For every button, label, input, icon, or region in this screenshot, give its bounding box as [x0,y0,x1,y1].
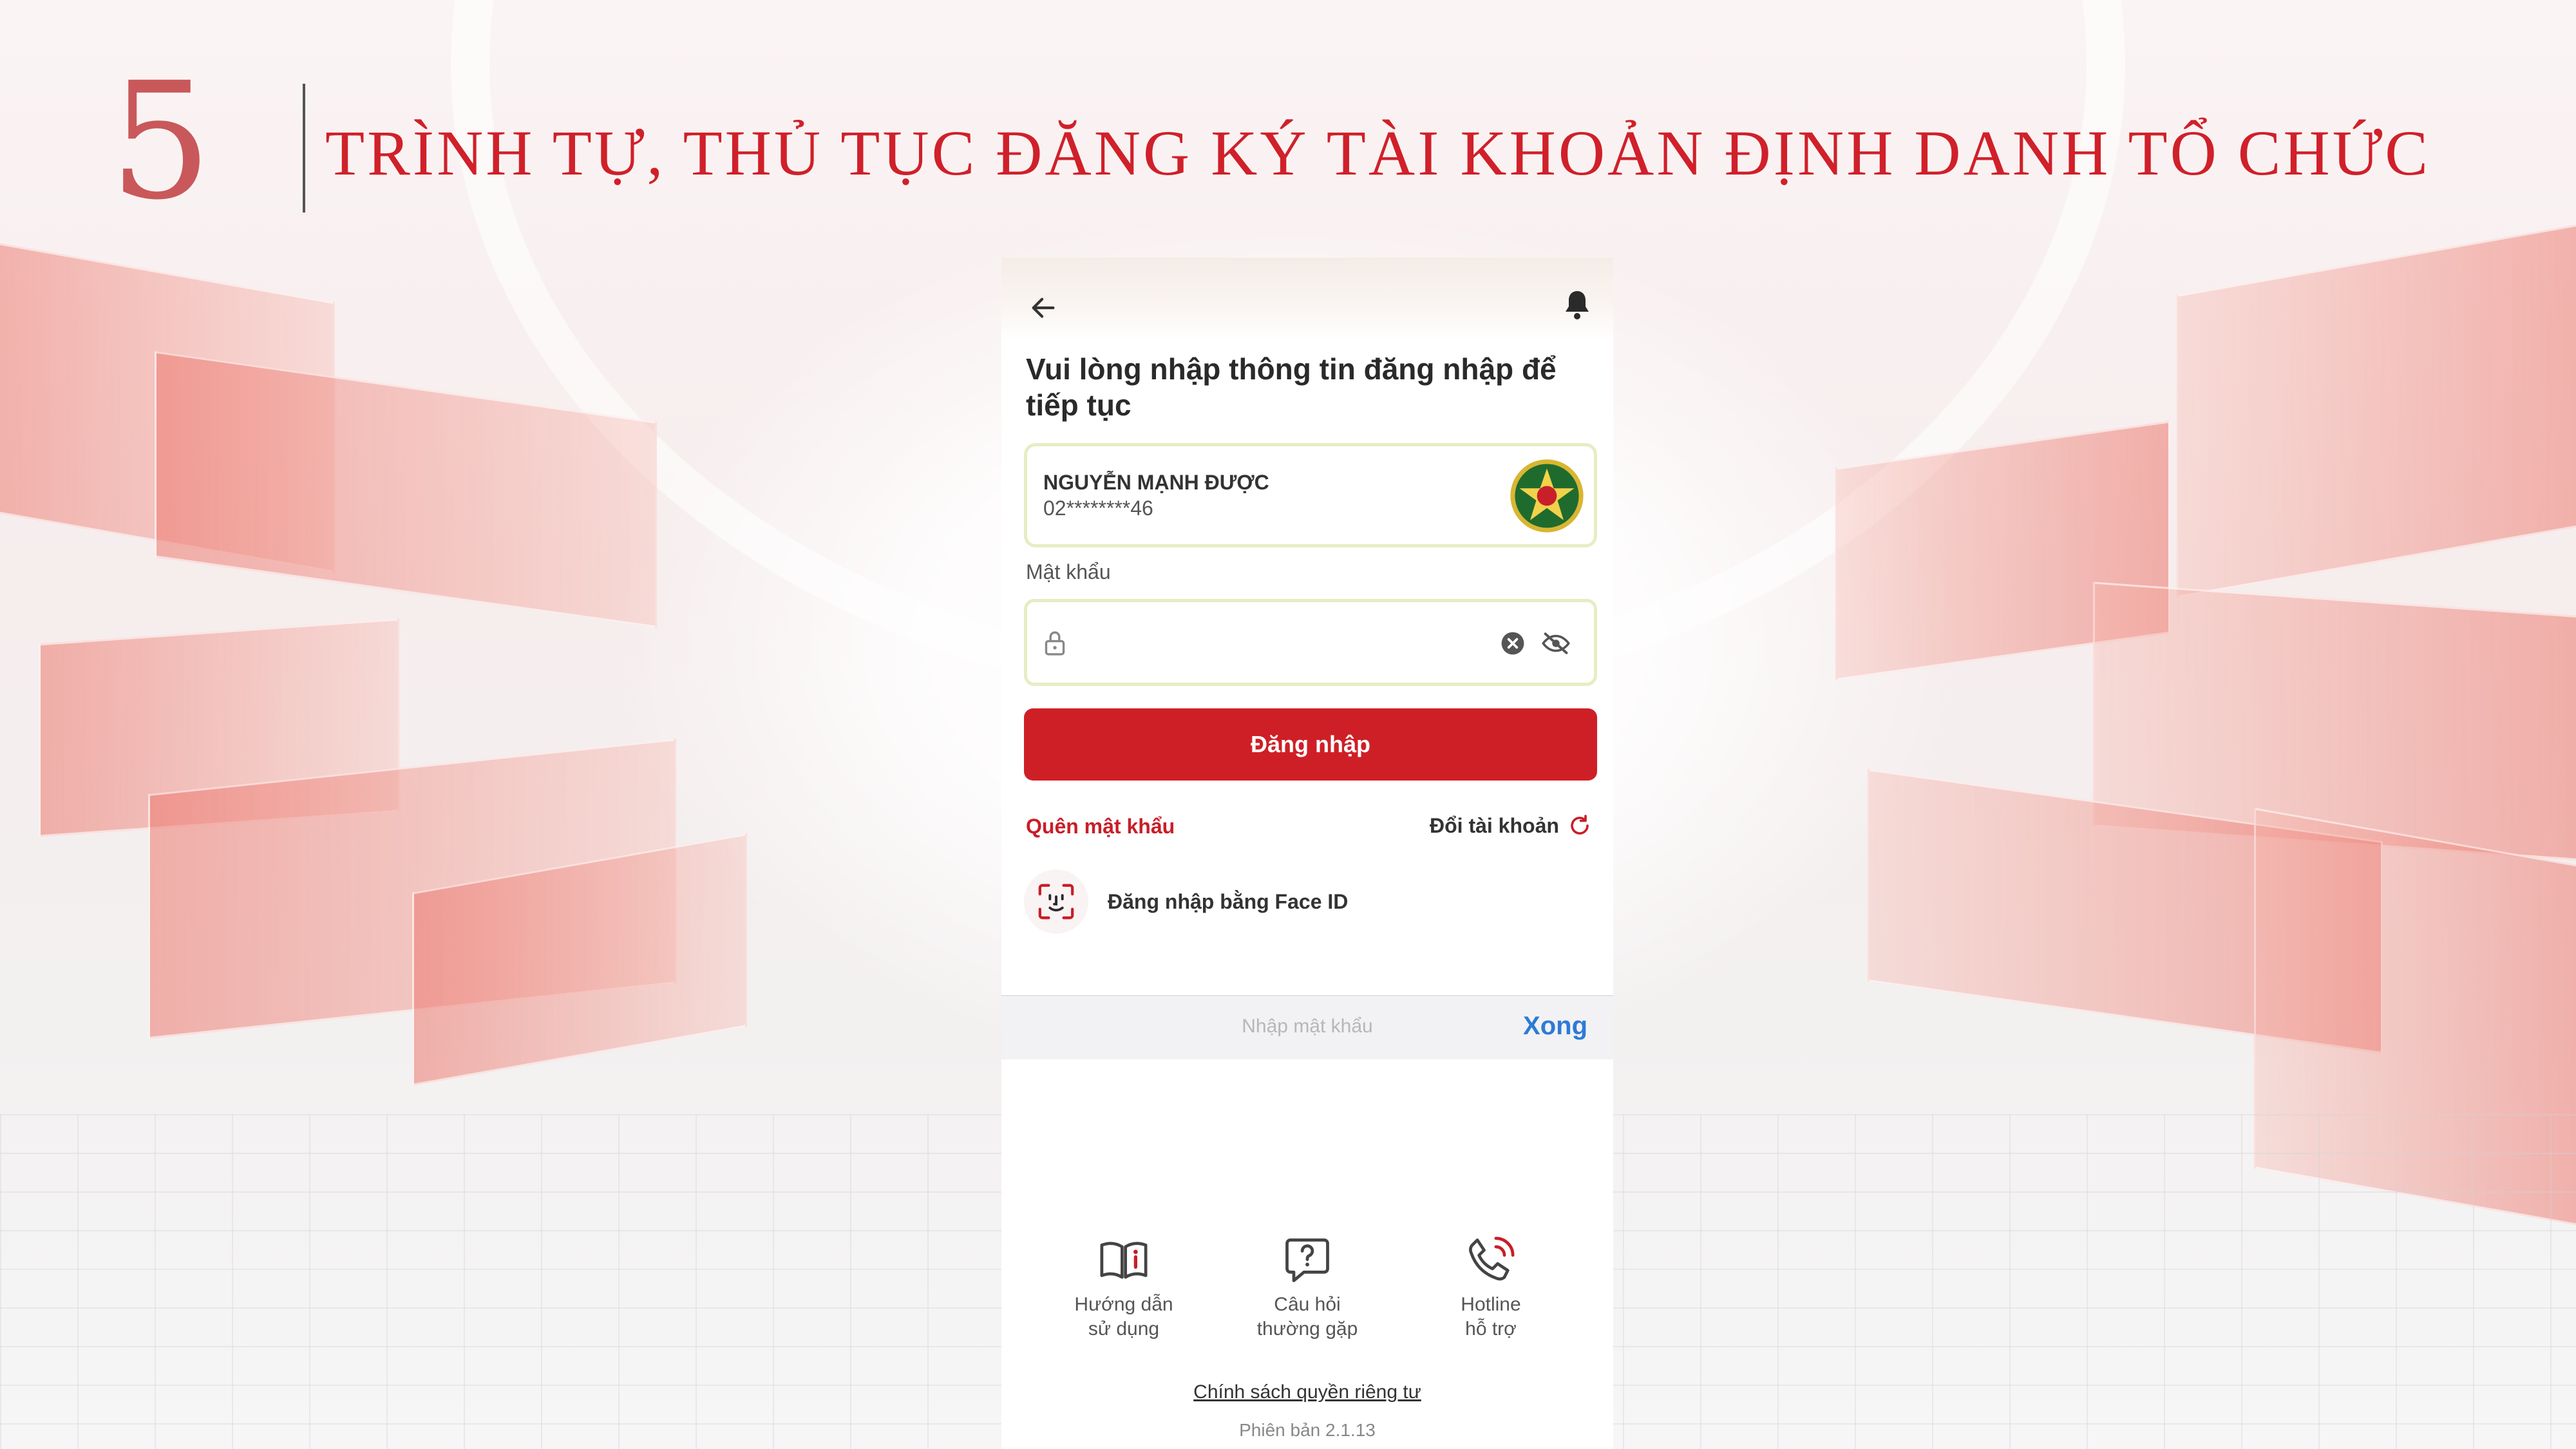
phone-screenshot: Vui lòng nhập thông tin đăng nhập để tiế… [1001,258,1613,1449]
nav-hotline-label: Hotline hỗ trợ [1461,1294,1521,1340]
clear-input-icon[interactable] [1501,631,1525,656]
book-info-icon [1100,1242,1148,1279]
app-version: Phiên bản 2.1.13 [1239,1420,1376,1440]
keyboard-accessory-bar: Nhập mật khẩu Xong [1001,995,1613,1059]
bottom-nav: Hướng dẫn sử dụng Câu hỏi thường gặp Hot… [1001,1233,1613,1375]
face-id-icon-wrap [1024,869,1088,934]
face-id-login-button[interactable]: Đăng nhập bằng Face ID [1024,866,1348,937]
nav-hotline[interactable]: Hotline hỗ trợ [1407,1233,1575,1341]
face-id-label: Đăng nhập bằng Face ID [1108,889,1349,913]
back-arrow-icon[interactable] [1028,293,1058,323]
keyboard-bar-placeholder: Nhập mật khẩu [1242,1016,1373,1037]
password-label: Mật khẩu [1026,560,1111,583]
eye-off-icon[interactable] [1541,630,1571,656]
keyboard-done-button[interactable]: Xong [1523,1012,1587,1041]
nav-faq[interactable]: Câu hỏi thường gặp [1224,1233,1391,1341]
account-name: NGUYỄN MẠNH ĐƯỢC [1043,471,1269,494]
nav-user-guide-label: Hướng dẫn sử dụng [1074,1294,1173,1340]
password-field[interactable] [1024,599,1597,686]
header-divider [303,84,305,213]
account-id: 02********46 [1043,497,1153,520]
face-id-icon [1038,884,1074,920]
switch-account-label: Đổi tài khoản [1430,813,1559,837]
police-badge-icon [1510,459,1584,533]
bell-icon[interactable] [1562,289,1593,322]
background-panel [2177,220,2576,598]
login-heading: Vui lòng nhập thông tin đăng nhập để tiế… [1026,352,1557,422]
forgot-password-link[interactable]: Quên mật khẩu [1026,815,1175,838]
nav-faq-label: Câu hỏi thường gặp [1256,1294,1358,1340]
refresh-icon [1571,815,1589,835]
nav-user-guide[interactable]: Hướng dẫn sử dụng [1040,1233,1208,1341]
slide-title: TRÌNH TỰ, THỦ TỤC ĐĂNG KÝ TÀI KHOẢN ĐỊNH… [325,117,2430,189]
phone-call-icon [1469,1236,1515,1281]
switch-account-link[interactable]: Đổi tài khoản [1430,813,1591,838]
slide-number: 5 [109,48,213,235]
question-bubble-icon [1285,1238,1329,1282]
account-card: NGUYỄN MẠNH ĐƯỢC 02********46 [1024,443,1597,547]
login-button[interactable]: Đăng nhập [1024,708,1597,781]
app-header-banner [1001,258,1613,341]
lock-icon [1045,631,1065,656]
privacy-policy-link[interactable]: Chính sách quyền riêng tư [1001,1381,1613,1403]
